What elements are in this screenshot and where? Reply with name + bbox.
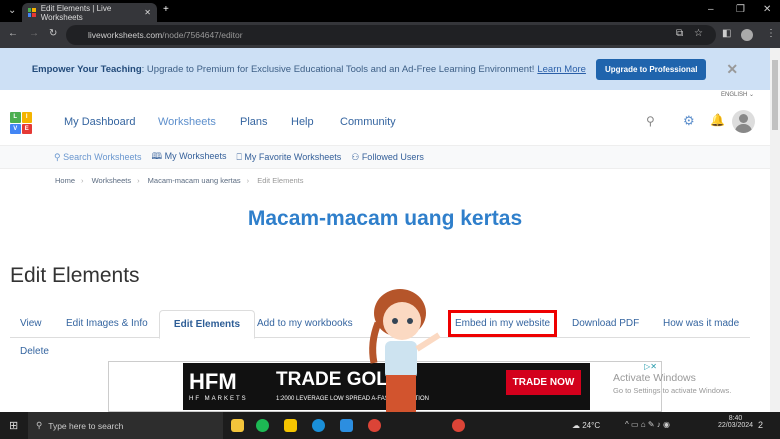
search-icon[interactable]: ⚲ <box>646 114 655 128</box>
bell-icon[interactable]: 🔔 <box>710 113 725 127</box>
clock[interactable]: 8:40 22/03/2024 <box>718 415 753 429</box>
search-icon: ⚲ <box>54 151 64 162</box>
tab-edit-images[interactable]: Edit Images & Info <box>66 318 148 329</box>
upgrade-button[interactable]: Upgrade to Professional <box>595 58 707 80</box>
reload-icon[interactable]: ↻ <box>49 28 57 39</box>
premium-banner: Empower Your Teaching: Upgrade to Premiu… <box>0 48 770 90</box>
windows-start-icon[interactable]: ⊞ <box>9 419 18 432</box>
tab-edit-elements[interactable]: Edit Elements <box>159 310 255 339</box>
gear-icon[interactable]: ⚙ <box>683 113 695 129</box>
back-icon[interactable]: ← <box>8 28 18 39</box>
users-icon: ⚇ <box>351 151 362 162</box>
book-icon: 🕮 <box>151 151 165 161</box>
browser-tab[interactable]: Edit Elements | Live Worksheets ✕ <box>22 3 157 22</box>
subnav-followed-users[interactable]: ⚇ Followed Users <box>351 152 424 163</box>
subnav-my-worksheets[interactable]: 🕮 My Worksheets <box>151 149 226 165</box>
subnav-favorites[interactable]: ⎕ My Favorite Worksheets <box>236 152 341 163</box>
spotify-icon[interactable] <box>256 419 269 432</box>
install-icon[interactable]: ⧉ <box>676 28 683 39</box>
nav-community[interactable]: Community <box>340 116 396 128</box>
address-bar: ← → ↻ liveworksheets.com/node/7564647/ed… <box>0 22 780 48</box>
worksheet-title: Macam-macam uang kertas <box>247 207 523 230</box>
weather[interactable]: ☁ 24°C <box>572 421 600 430</box>
subnav-search-worksheets[interactable]: ⚲ Search Worksheets <box>54 152 141 163</box>
nav-my-dashboard[interactable]: My Dashboard <box>64 116 136 128</box>
restore-icon[interactable]: ❐ <box>736 4 745 15</box>
close-window-icon[interactable]: ✕ <box>763 4 771 15</box>
close-banner-icon[interactable]: ✕ <box>726 61 738 78</box>
bookmark-star-icon[interactable]: ☆ <box>694 28 703 39</box>
browser-tab-strip: ⌄ Edit Elements | Live Worksheets ✕ + – … <box>0 0 780 22</box>
search-icon: ⚲ <box>36 420 43 430</box>
file-explorer-icon[interactable] <box>231 419 244 432</box>
language-select[interactable]: ENGLISH ⌄ <box>721 91 754 98</box>
scrollbar[interactable] <box>770 48 780 412</box>
user-avatar[interactable] <box>732 110 755 133</box>
sticky-notes-icon[interactable] <box>284 419 297 432</box>
breadcrumb-home[interactable]: Home <box>55 176 75 185</box>
breadcrumb-worksheets[interactable]: Worksheets <box>92 176 131 185</box>
profile-avatar[interactable] <box>741 29 753 41</box>
tab-delete[interactable]: Delete <box>20 346 49 357</box>
chrome-icon[interactable] <box>452 419 465 432</box>
ad-close-icon[interactable]: ▷✕ <box>644 362 657 371</box>
ad-brand: HFM <box>189 369 237 394</box>
live-logo[interactable]: LIVE <box>10 112 32 134</box>
page-heading: Edit Elements <box>10 264 140 287</box>
tab-download-pdf[interactable]: Download PDF <box>572 318 639 329</box>
chrome-icon[interactable] <box>368 419 381 432</box>
windows-taskbar: ⊞ ⚲ Type here to search ☁ 24°C ^ ▭ ⌂ ✎ ♪ … <box>0 412 780 439</box>
trade-now-button[interactable]: TRADE NOW <box>506 370 581 395</box>
new-tab-icon[interactable]: + <box>163 4 169 15</box>
sub-navigation: ⚲ Search Worksheets 🕮 My Worksheets ⎕ My… <box>0 145 770 169</box>
tab-search-icon[interactable]: ⌄ <box>8 5 16 16</box>
vscode-icon[interactable] <box>340 419 353 432</box>
tab-add-to-workbooks[interactable]: Add to my workbooks <box>257 318 353 329</box>
windows-activation-watermark: Activate Windows Go to Settings to activa… <box>613 372 732 395</box>
favicon-icon <box>28 8 36 17</box>
url-input[interactable]: liveworksheets.com/node/7564647/editor <box>66 25 716 45</box>
breadcrumb-worksheet[interactable]: Macam-macam uang kertas <box>148 176 241 185</box>
notifications-icon[interactable]: 2 <box>758 420 763 430</box>
breadcrumb-current: Edit Elements <box>257 176 304 185</box>
minimize-icon[interactable]: – <box>708 4 714 15</box>
weather-icon: ☁ <box>572 421 583 430</box>
close-tab-icon[interactable]: ✕ <box>144 8 151 17</box>
nav-worksheets[interactable]: Worksheets <box>158 116 216 128</box>
taskbar-search[interactable]: ⚲ Type here to search <box>28 412 223 439</box>
embed-highlight-box <box>448 310 557 337</box>
learn-more-link[interactable]: Learn More <box>537 64 586 75</box>
system-tray-icons[interactable]: ^ ▭ ⌂ ✎ ♪ ◉ <box>625 420 670 429</box>
tab-how-made[interactable]: How was it made <box>663 318 739 329</box>
breadcrumb: Home › Worksheets › Macam-macam uang kerta… <box>55 176 304 185</box>
menu-icon[interactable]: ⋮ <box>766 28 776 39</box>
forward-icon[interactable]: → <box>29 28 39 39</box>
tab-title: Edit Elements | Live Worksheets <box>40 3 112 22</box>
nav-plans[interactable]: Plans <box>240 116 268 128</box>
tab-view[interactable]: View <box>20 318 42 329</box>
nav-help[interactable]: Help <box>291 116 314 128</box>
side-panel-icon[interactable]: ◧ <box>722 28 731 39</box>
edge-icon[interactable] <box>312 419 325 432</box>
